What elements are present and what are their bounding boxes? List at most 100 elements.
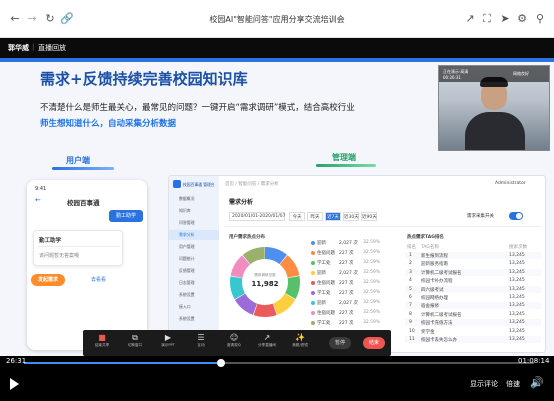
pause-button[interactable]: 暂停 <box>329 337 351 349</box>
phone-request-button: 发起需求 <box>31 274 65 286</box>
play-icon[interactable] <box>10 378 19 390</box>
progress-handle[interactable] <box>216 359 225 367</box>
title-bar: ← → ↻ 🔗 校园AI"智能问答"应用分享交流培训会 ↗ ⛶ ➤ ⚙ ⚲ <box>0 0 554 38</box>
slide-heading: 需求+反馈持续完善校园知识库 <box>40 70 248 88</box>
dashboard-divider <box>225 226 541 227</box>
forward-icon[interactable]: → <box>25 12 39 26</box>
camera-time: 00:26:31 <box>443 75 461 80</box>
toolbar-item-label: 分享直播间 <box>258 343 276 347</box>
window-title: 校园AI"智能问答"应用分享交流培训会 <box>209 15 345 24</box>
table-tag: 校园卡丢失怎么办 <box>421 338 457 343</box>
legend-count: 227 次 <box>339 311 354 316</box>
toolbar-item[interactable]: ⧉ 切换窗口 <box>122 333 148 348</box>
legend-percent: 32.59% <box>363 240 381 245</box>
legend-swatch <box>311 291 315 295</box>
table-tag: 新生报到流程 <box>421 254 448 259</box>
legend-percent: 32.59% <box>363 290 381 295</box>
legend-count: 2,027 次 <box>339 241 358 246</box>
table-rank: 3 <box>409 269 412 275</box>
slide-subtitle: 不清楚什么是师生最关心，最常见的问题？一键开启“需求调研”模式，结合高校行业 <box>40 103 355 113</box>
toolbar-item[interactable]: ▶ 演示PPT <box>155 333 181 348</box>
sidebar-item: 接入口 <box>179 304 191 309</box>
sidebar-item: 问答管理 <box>179 220 195 225</box>
player-window: { "window":{"title":"校园AI\"智能问答\"应用分享交流培… <box>0 0 554 401</box>
toolbar-item[interactable]: ☰ 互动 <box>188 333 214 348</box>
progress-bar[interactable]: 26:31 01:08:14 <box>0 356 554 370</box>
user-side-underline <box>52 167 114 170</box>
table-rank: 4 <box>409 278 412 284</box>
link-icon[interactable]: 🔗 <box>60 12 74 26</box>
settings-icon[interactable]: ⚙ <box>515 12 529 26</box>
screenshot-icon[interactable]: ⛶ <box>480 12 494 26</box>
volume-icon[interactable]: 🔊 <box>530 376 544 389</box>
send-icon[interactable]: ➤ <box>498 12 512 26</box>
sidebar-item: 系统设置 <box>179 316 195 321</box>
legend-name: 迎新 <box>317 241 326 246</box>
phone-back-icon: ← <box>35 196 41 204</box>
toolbar-item[interactable]: ☺ 邀请观众 <box>221 333 247 348</box>
refresh-icon[interactable]: ↻ <box>43 12 57 26</box>
share-toolbar: ■ 结束共享 ⧉ 切换窗口 ▶ 演示PPT ☰ 互动 ☺ 邀请观众 ↗ 分享直播间 ✨ 美颜/滤镜 暂停 … <box>83 330 391 356</box>
table-tag: 迎新服务指南 <box>421 262 448 268</box>
toolbar-item-label: 美颜/滤镜 <box>292 343 308 347</box>
table-rank: 9 <box>409 320 412 326</box>
legend-percent: 32.59% <box>363 320 381 325</box>
date-filter: 近30天 <box>343 212 359 221</box>
toolbar-item[interactable]: ↗ 分享直播间 <box>254 333 280 348</box>
donut-total-label: 需求调研总数 <box>254 273 276 277</box>
sidebar-item: 日志管理 <box>179 280 195 285</box>
table-rank: 5 <box>409 286 412 292</box>
legend-percent: 32.59% <box>363 310 381 315</box>
toolbar-item-icon: ▶ <box>164 333 172 342</box>
network-status: 网络良好 <box>513 71 529 76</box>
back-icon[interactable]: ← <box>8 12 22 26</box>
legend-percent: 32.59% <box>363 270 381 275</box>
shared-slide: 需求+反馈持续完善校园知识库 不清楚什么是师生最关心，最常见的问题？一键开启“需… <box>0 58 554 356</box>
table-header: 搜索次数 <box>509 245 527 250</box>
dashboard-page-title: 需求分析 <box>229 199 254 206</box>
pin-icon[interactable]: ⚲ <box>533 12 547 26</box>
share-icon[interactable]: ↗ <box>463 12 477 26</box>
legend-swatch <box>311 311 315 315</box>
bubble-title: 勤工助学 <box>39 238 62 244</box>
bubble-subtext: 该问题暂无答案哦 <box>39 253 80 259</box>
toolbar-item-label: 切换窗口 <box>127 343 143 347</box>
toolbar-item[interactable]: ■ 结束共享 <box>89 333 115 348</box>
toolbar-item-label: 结束共享 <box>94 343 110 347</box>
legend-swatch <box>311 321 315 325</box>
dashboard-breadcrumb: 首页 / 智能问答 / 需求分析 <box>225 182 279 187</box>
speed-button[interactable]: 倍速 <box>506 379 520 389</box>
legend-swatch <box>311 301 315 305</box>
donut-total: 11,982 <box>251 280 279 288</box>
table-count: 13,245 <box>509 295 525 300</box>
table-header: TAG名称 <box>421 245 439 250</box>
legend-count: 2,027 次 <box>339 271 358 276</box>
table-tag: 计算机二级考试报名 <box>421 270 462 276</box>
dashboard-brand: 校园百事通 管理台 <box>183 182 215 187</box>
toolbar-item-icon: ⧉ <box>132 333 138 342</box>
admin-side-underline <box>316 164 376 167</box>
legend-percent: 32.59% <box>363 260 381 265</box>
date-filter: 昨天 <box>307 212 323 221</box>
end-button[interactable]: 结束 <box>363 337 385 349</box>
collect-toggle <box>509 212 523 220</box>
table-count: 13,245 <box>509 311 525 317</box>
show-comments-button[interactable]: 显示评论 <box>470 379 498 389</box>
toolbar-item[interactable]: ✨ 美颜/滤镜 <box>287 333 313 348</box>
table-tag: 校园网络办理 <box>421 296 448 301</box>
admin-dashboard: 校园百事通 管理台 数据概况 知识库 问答管理 需求分析 用户管理 问题统计 反馈管理 日志管… <box>168 175 546 353</box>
table-rank: 7 <box>409 303 412 309</box>
table-rank: 11 <box>409 337 415 342</box>
table-count: 13,245 <box>509 269 525 275</box>
table-rank: 6 <box>409 295 412 300</box>
presenter-camera[interactable]: 正在演示·高清 00:26:31 网络良好 <box>438 65 550 151</box>
total-time: 01:08:14 <box>518 357 550 365</box>
live-header: 郭华威 | 直播回放 <box>0 38 554 58</box>
legend-swatch <box>311 271 315 275</box>
toggle-knob <box>516 213 522 219</box>
legend-name: 学工处 <box>317 291 331 296</box>
tag-table-title: 热点需求TAG排名 <box>407 235 444 240</box>
table-tag: 校园卡补办流程 <box>421 279 453 285</box>
date-filter: 今天 <box>289 212 305 221</box>
slide-accent-bar <box>0 58 554 62</box>
